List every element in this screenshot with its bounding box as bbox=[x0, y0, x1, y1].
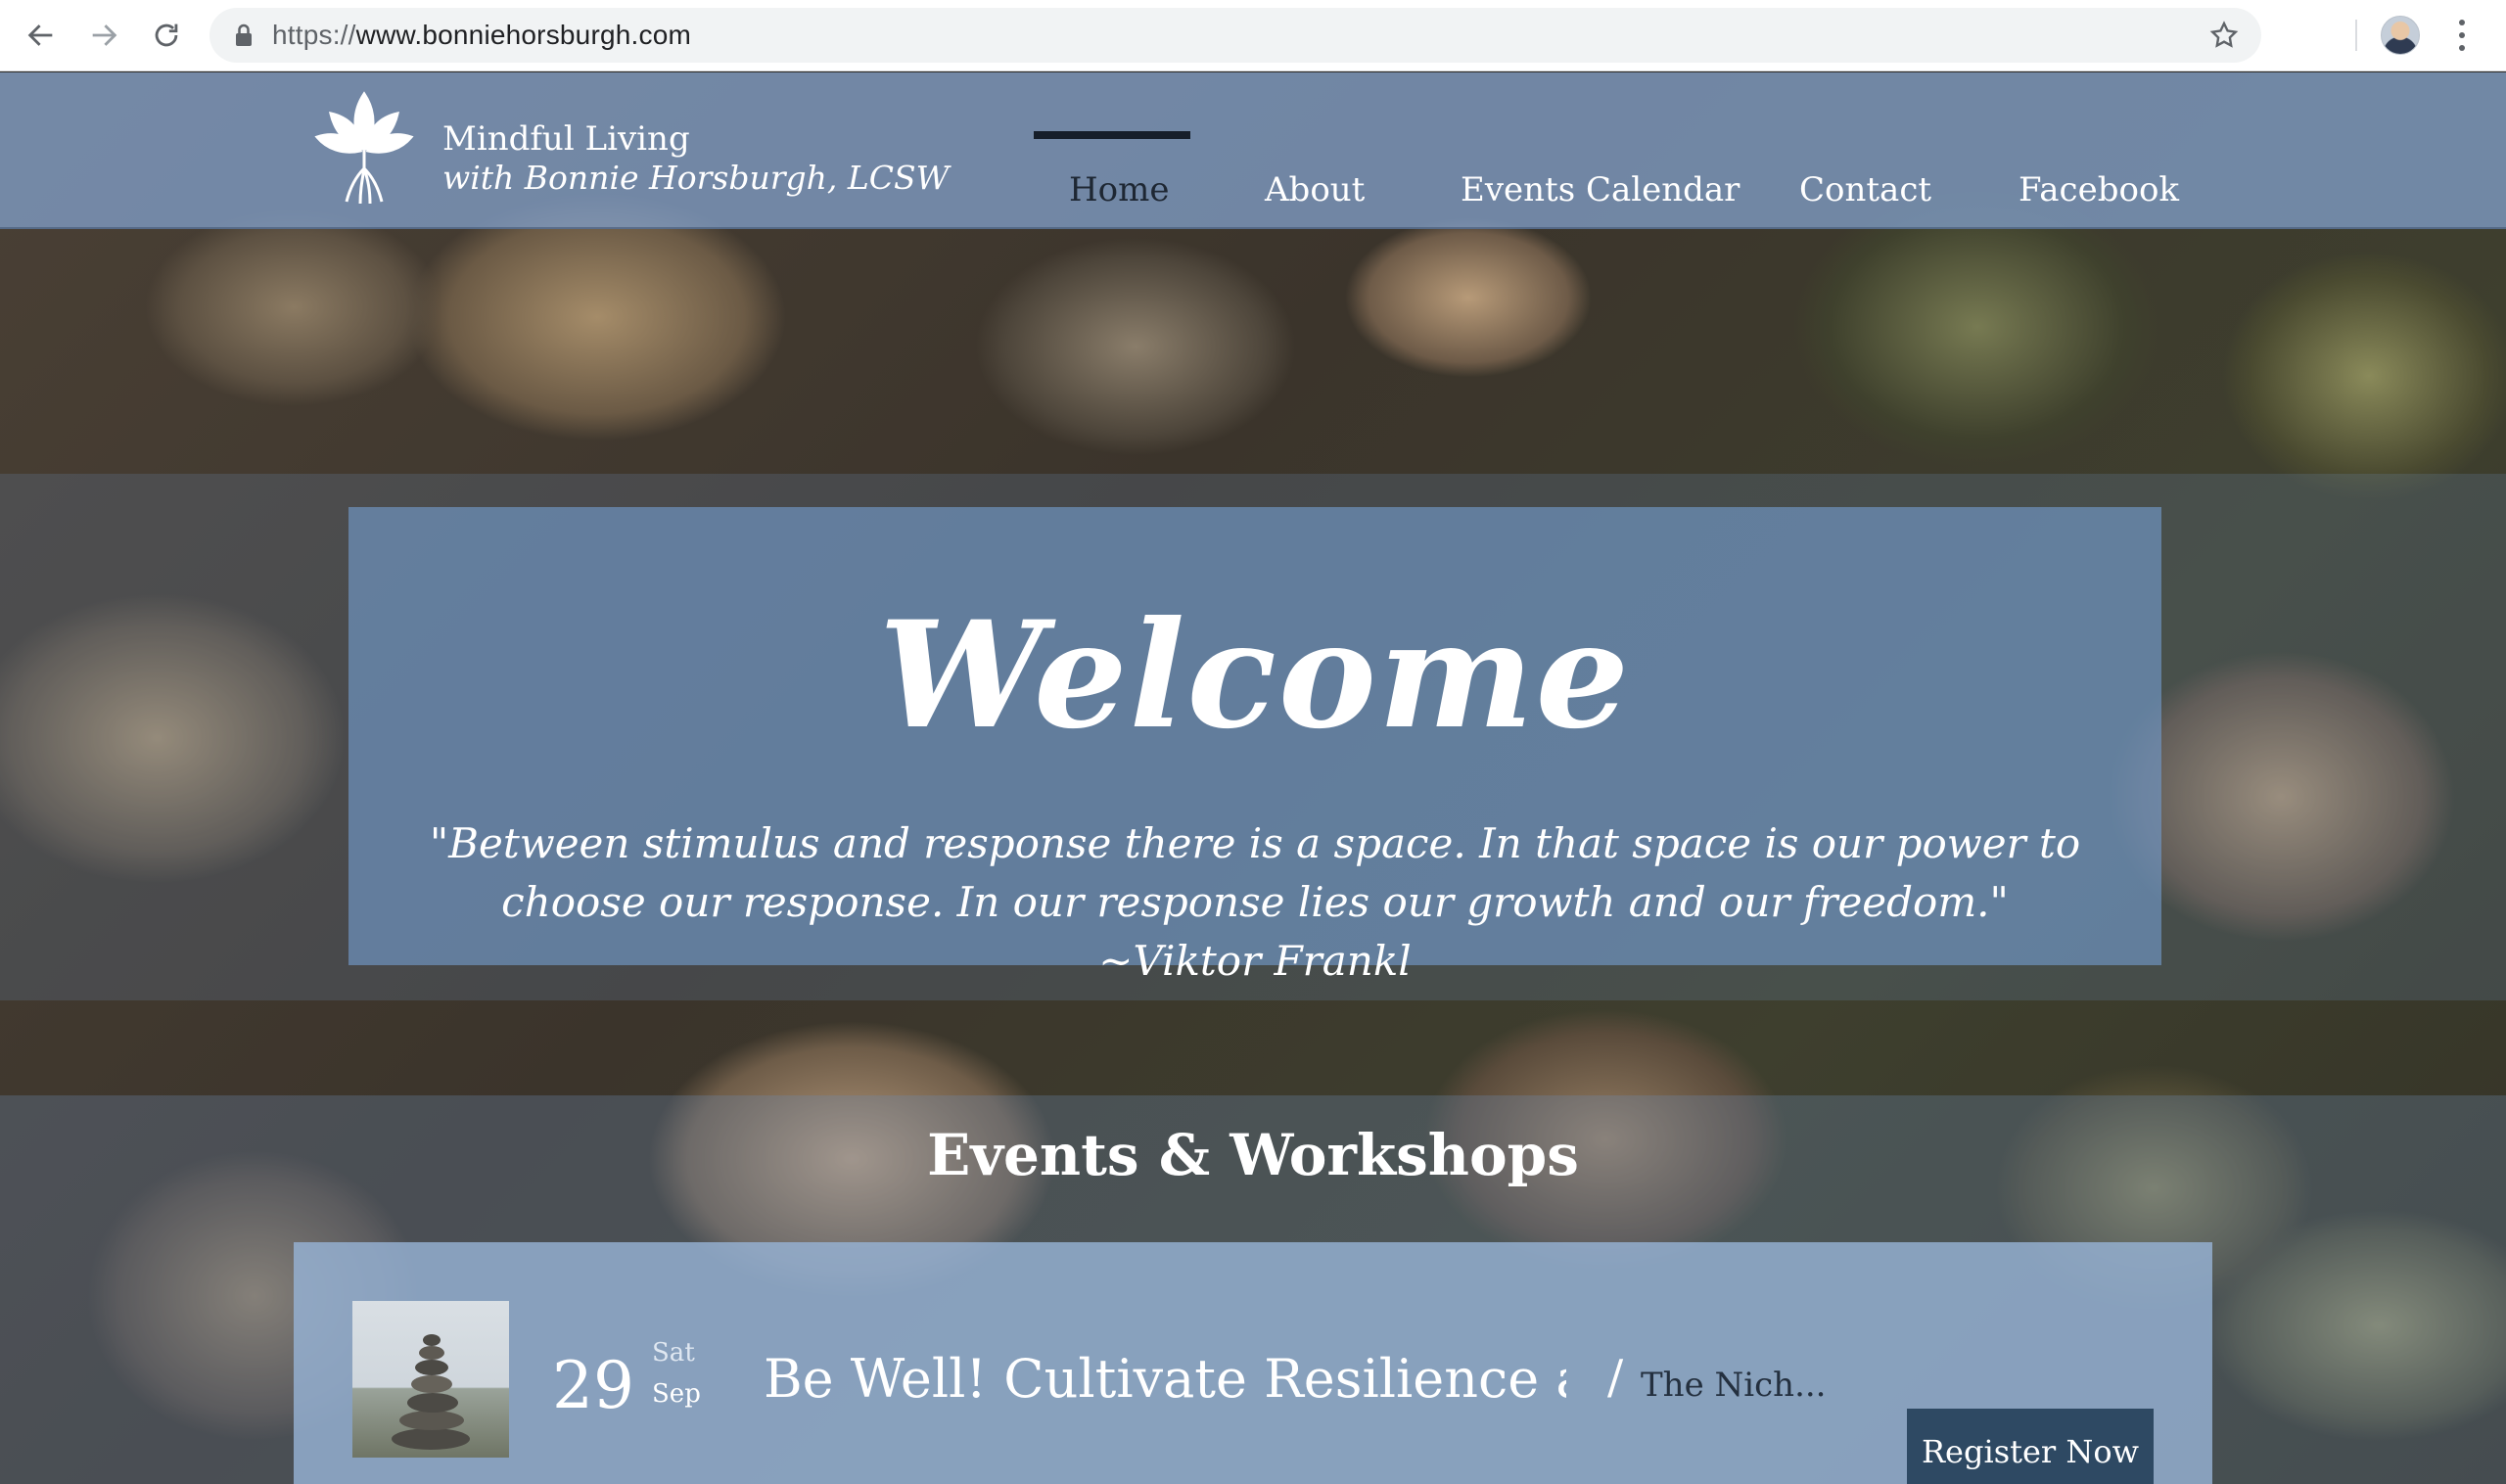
browser-toolbar: https://www.bonniehorsburgh.com bbox=[0, 0, 2506, 71]
welcome-heading: Welcome bbox=[878, 589, 1632, 762]
brand-title[interactable]: Mindful Living bbox=[442, 119, 690, 159]
nav-facebook[interactable]: Facebook bbox=[2019, 170, 2179, 209]
event-list-item[interactable]: 29 Sat Sep Be Well! Cultivate Resilience… bbox=[294, 1242, 2212, 1484]
event-separator: / bbox=[1607, 1350, 1624, 1405]
forward-arrow-icon bbox=[92, 24, 117, 46]
active-nav-indicator bbox=[1034, 131, 1190, 139]
lotus-roots-icon[interactable] bbox=[313, 88, 415, 206]
nav-contact[interactable]: Contact bbox=[1799, 170, 1931, 209]
register-now-button[interactable]: Register Now bbox=[1907, 1409, 2154, 1484]
event-venue: The Nich... bbox=[1641, 1366, 1827, 1405]
brand-subtitle[interactable]: with Bonnie Horsburgh, LCSW bbox=[442, 159, 950, 197]
nav-home[interactable]: Home bbox=[1069, 170, 1169, 209]
site-header: Mindful Living with Bonnie Horsburgh, LC… bbox=[0, 72, 2506, 229]
event-thumbnail[interactable] bbox=[352, 1301, 509, 1458]
page-background: Mindful Living with Bonnie Horsburgh, LC… bbox=[0, 72, 2506, 1484]
event-weekday: Sat bbox=[652, 1338, 695, 1368]
url-scheme: https:// bbox=[272, 20, 356, 50]
more-vert-icon[interactable] bbox=[2447, 16, 2477, 55]
welcome-box: Welcome "Between stimulus and response t… bbox=[348, 507, 2161, 985]
back-button[interactable] bbox=[10, 0, 72, 71]
event-day: 29 bbox=[552, 1348, 634, 1423]
back-arrow-icon bbox=[27, 24, 53, 46]
profile-avatar[interactable] bbox=[2381, 16, 2420, 55]
url-text[interactable]: https://www.bonniehorsburgh.com bbox=[272, 20, 691, 51]
url-host: www.bonniehorsburgh.com bbox=[355, 20, 691, 50]
event-title[interactable]: Be Well! Cultivate Resilience and ... bbox=[764, 1348, 1566, 1410]
star-icon[interactable] bbox=[2208, 20, 2240, 51]
lock-icon bbox=[233, 23, 255, 48]
events-heading: Events & Workshops bbox=[927, 1122, 1579, 1188]
reload-button[interactable] bbox=[135, 0, 198, 71]
reload-icon bbox=[155, 23, 178, 47]
welcome-quote: "Between stimulus and response there is … bbox=[429, 819, 2081, 985]
forward-button[interactable] bbox=[72, 0, 135, 71]
address-bar[interactable]: https://www.bonniehorsburgh.com bbox=[209, 8, 2261, 63]
event-month: Sep bbox=[652, 1379, 701, 1409]
toolbar-divider bbox=[2355, 20, 2357, 51]
nav-events-calendar[interactable]: Events Calendar bbox=[1461, 170, 1740, 209]
nav-about[interactable]: About bbox=[1265, 170, 1365, 209]
